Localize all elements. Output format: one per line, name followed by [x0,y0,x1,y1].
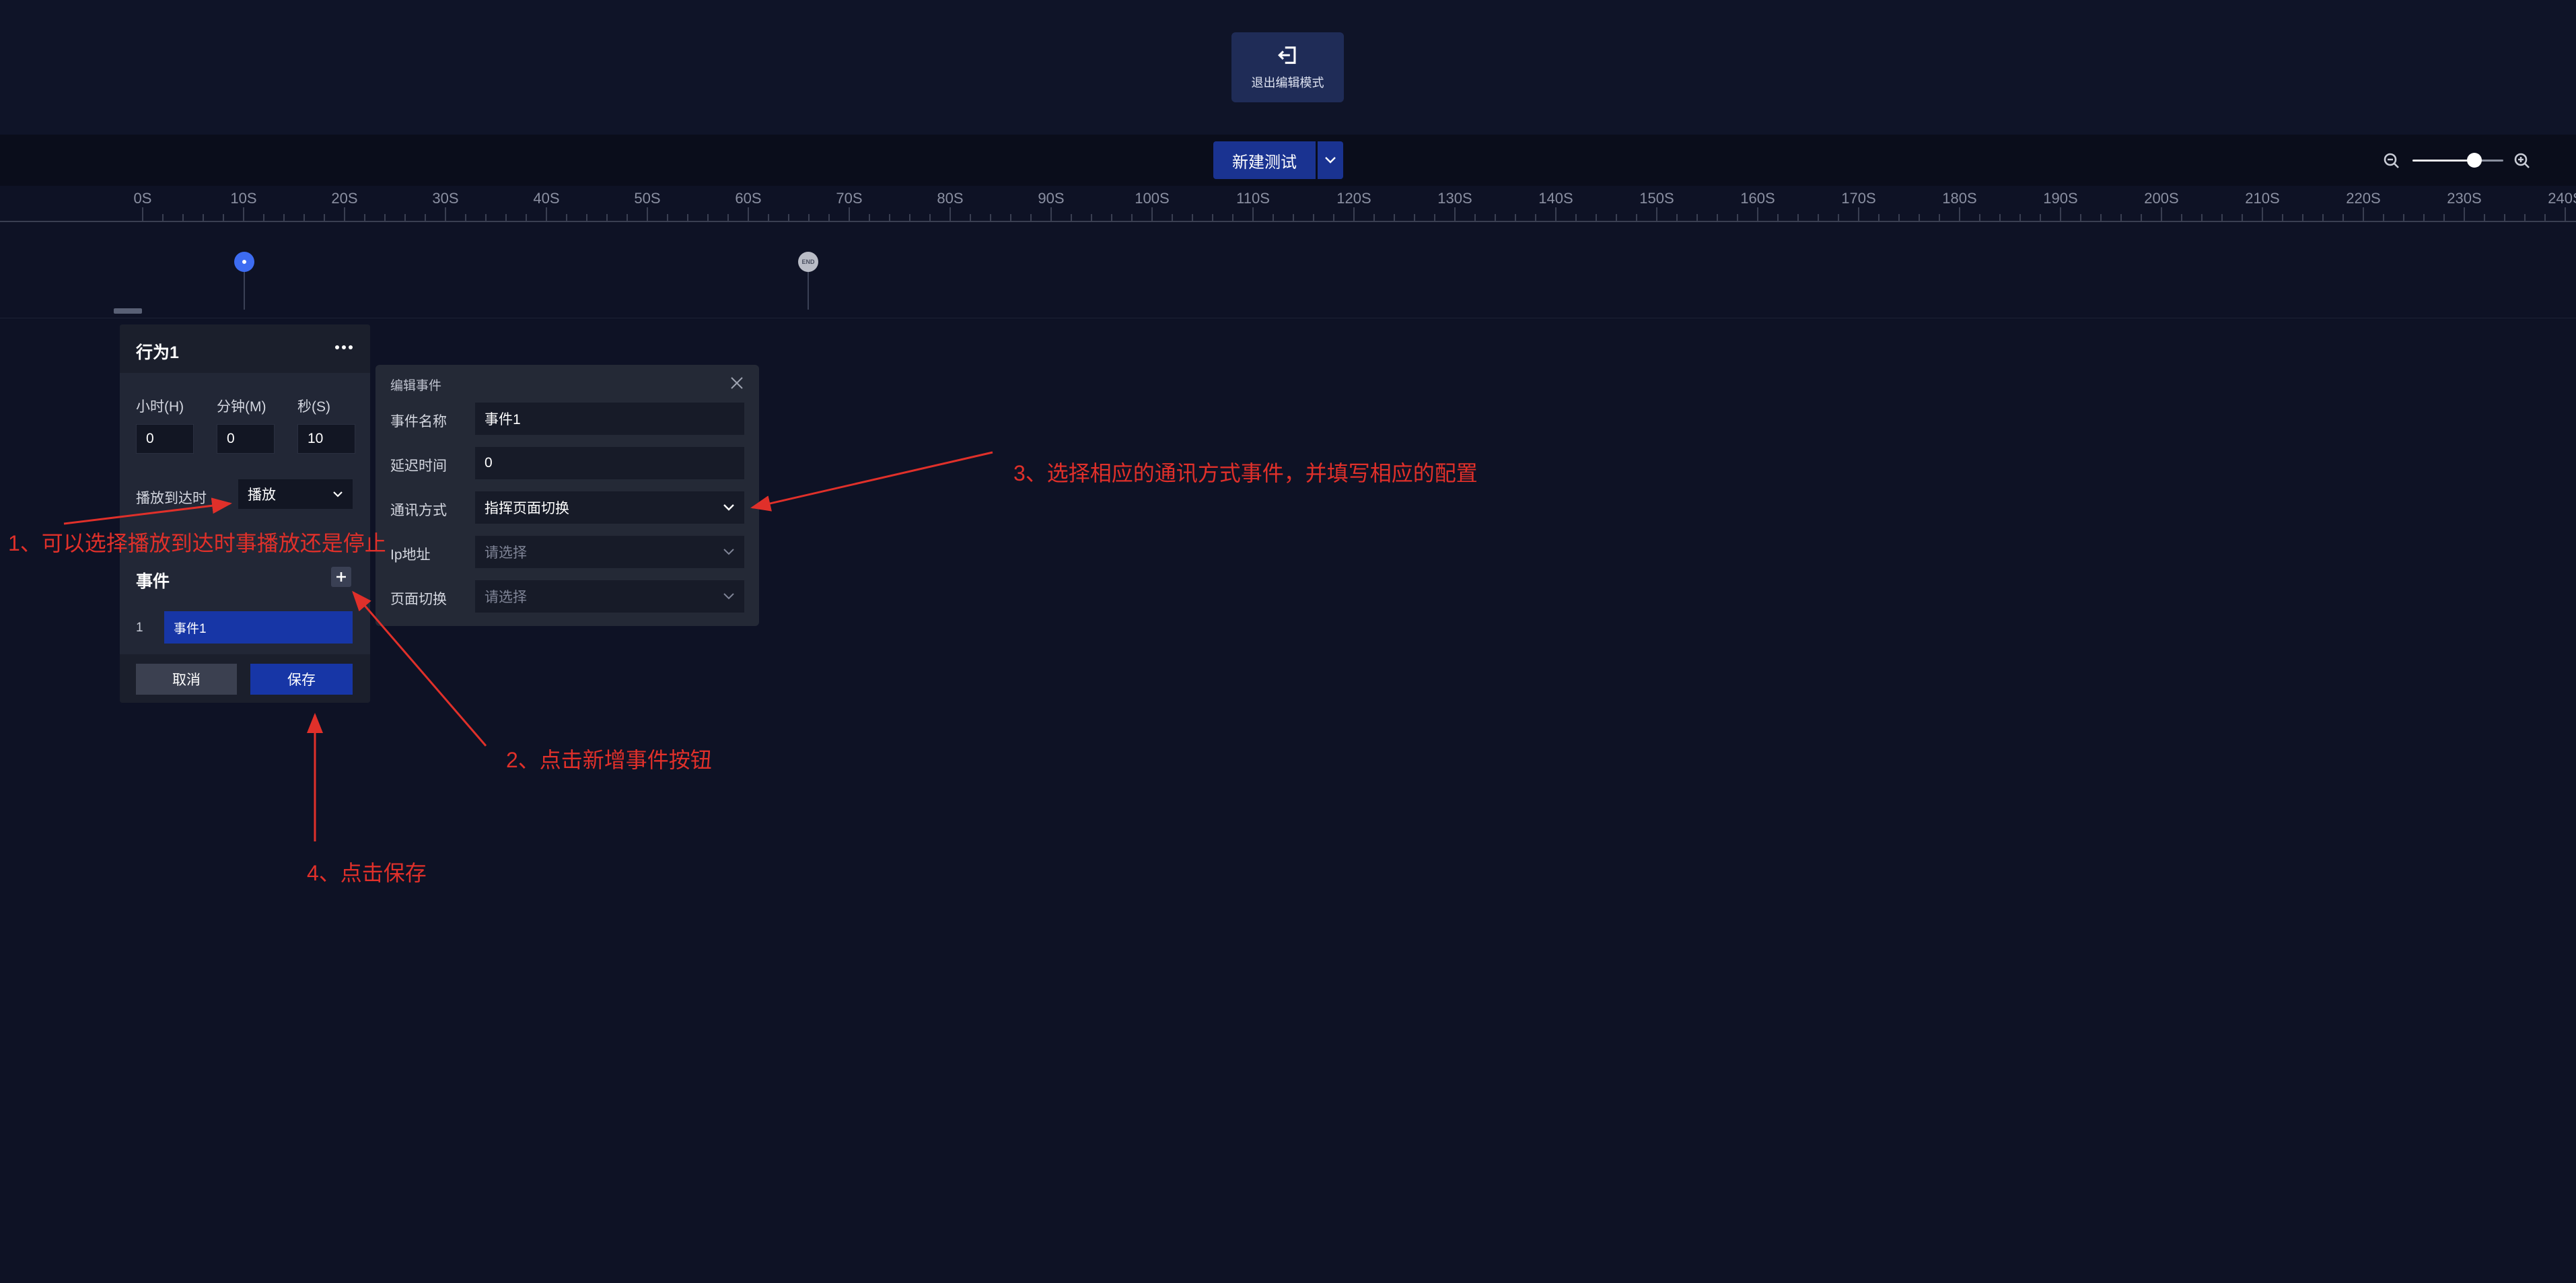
ruler-tick-label: 150S [1639,190,1674,207]
events-title: 事件 [136,572,170,591]
zoom-control [2379,147,2540,174]
cancel-button[interactable]: 取消 [136,664,237,695]
edit-event-panel: 编辑事件 事件名称 事件1 延迟时间 0 通讯方式 指挥页面切换 Ip地址 请选… [375,365,759,626]
annotation-step3: 3、选择相应的通讯方式事件，并填写相应的配置 [1013,461,1478,485]
delay-label: 延迟时间 [390,458,447,474]
comm-method-label: 通讯方式 [390,503,447,518]
delay-input[interactable]: 0 [475,447,744,479]
ruler-tick-label: 200S [2144,190,2179,207]
on-arrive-value: 播放 [248,487,276,503]
ruler-tick-label: 50S [634,190,661,207]
ruler-tick-label: 30S [432,190,459,207]
page-switch-label: 页面切换 [390,592,447,607]
second-input[interactable]: 10 [297,424,355,454]
ruler-tick-label: 100S [1135,190,1170,207]
minute-label: 分钟(M) [217,399,266,415]
ruler-tick-label: 90S [1038,190,1065,207]
annotation-step4: 4、点击保存 [307,861,427,885]
app-root: 退出编辑模式 新建测试 0S 10S 20S 30S 40S 50S 60S 7… [0,0,2576,1283]
annotation-step1: 1、可以选择播放到达时事播放还是停止 [8,531,386,555]
behavior-marker[interactable] [234,252,254,272]
chevron-down-icon [333,491,343,497]
new-test-button[interactable]: 新建测试 [1213,141,1316,179]
behavior-panel: 行为1 小时(H) 分钟(M) 秒(S) 0 0 10 播放到达时 播放 事件 … [120,324,370,703]
ruler-tick-label: 220S [2346,190,2381,207]
ruler-tick-label: 80S [937,190,964,207]
ruler-tick-label: 130S [1437,190,1472,207]
ruler-tick-label: 230S [2447,190,2482,207]
comm-method-select[interactable]: 指挥页面切换 [475,491,744,524]
end-marker[interactable]: END [798,252,818,272]
comm-method-value: 指挥页面切换 [485,501,569,516]
ruler-ticks [142,207,2566,221]
ruler-tick-label: 20S [331,190,358,207]
ruler-tick-label: 210S [2245,190,2280,207]
more-icon[interactable] [334,339,354,355]
chevron-down-icon [1325,157,1336,164]
timeline-track[interactable]: END [0,222,2576,318]
chevron-down-icon [723,549,734,555]
ruler-tick-label: 190S [2043,190,2078,207]
behavior-panel-footer: 取消 保存 [120,654,370,703]
zoom-track-fill [2412,160,2474,162]
on-arrive-label: 播放到达时 [136,491,207,506]
page-switch-select[interactable]: 请选择 [475,580,744,613]
ruler-tick-label: 70S [836,190,863,207]
ruler-tick-label: 140S [1538,190,1573,207]
ruler-tick-label: 170S [1841,190,1876,207]
top-bar: 退出编辑模式 [0,0,2576,135]
event-list-item[interactable]: 事件1 [164,611,353,644]
exit-edit-mode-label: 退出编辑模式 [1251,76,1324,90]
ruler-tick-label: 180S [1942,190,1977,207]
event-name-label: 事件名称 [390,414,447,429]
zoom-out-icon[interactable] [2383,152,2400,170]
ruler-tick-label: 120S [1336,190,1371,207]
ruler-tick-label: 10S [230,190,257,207]
ruler-tick-label: 110S [1236,190,1270,207]
behavior-panel-header: 行为1 [120,324,370,373]
zoom-in-icon[interactable] [2513,152,2531,170]
annotation-step2: 2、点击新增事件按钮 [506,748,712,772]
behavior-title: 行为1 [136,343,179,362]
ip-address-placeholder: 请选择 [485,545,527,561]
event-name-input[interactable]: 事件1 [475,403,744,435]
on-arrive-select[interactable]: 播放 [238,479,353,509]
ip-address-select[interactable]: 请选择 [475,536,744,568]
ip-address-label: Ip地址 [390,547,431,563]
chevron-down-icon [723,504,734,511]
resize-handle[interactable] [114,308,142,314]
exit-icon [1277,46,1295,64]
new-test-dropdown-button[interactable] [1318,141,1343,179]
arrow-step3 [750,451,993,512]
event-index: 1 [136,621,143,635]
edit-event-title: 编辑事件 [390,379,442,393]
timeline-ruler[interactable]: 0S 10S 20S 30S 40S 50S 60S 70S 80S 90S 100S 110S 120… [0,186,2576,222]
ruler-tick-label: 40S [533,190,560,207]
toolbar: 新建测试 [0,135,2576,186]
hour-label: 小时(H) [136,399,184,415]
second-label: 秒(S) [297,399,330,415]
zoom-slider-thumb[interactable] [2466,153,2482,168]
ruler-tick-label: 160S [1740,190,1775,207]
plus-icon [336,572,346,582]
new-test-split-button: 新建测试 [1213,141,1343,179]
save-button[interactable]: 保存 [250,664,353,695]
exit-edit-mode-button[interactable]: 退出编辑模式 [1231,32,1344,102]
ruler-tick-label: 0S [133,190,152,207]
ruler-tick-label: 240S [2548,190,2576,207]
close-icon[interactable] [729,376,744,390]
minute-input[interactable]: 0 [217,424,275,454]
page-switch-placeholder: 请选择 [485,590,527,605]
hour-input[interactable]: 0 [136,424,194,454]
chevron-down-icon [723,593,734,600]
ruler-tick-label: 60S [735,190,762,207]
add-event-button[interactable] [331,567,351,587]
